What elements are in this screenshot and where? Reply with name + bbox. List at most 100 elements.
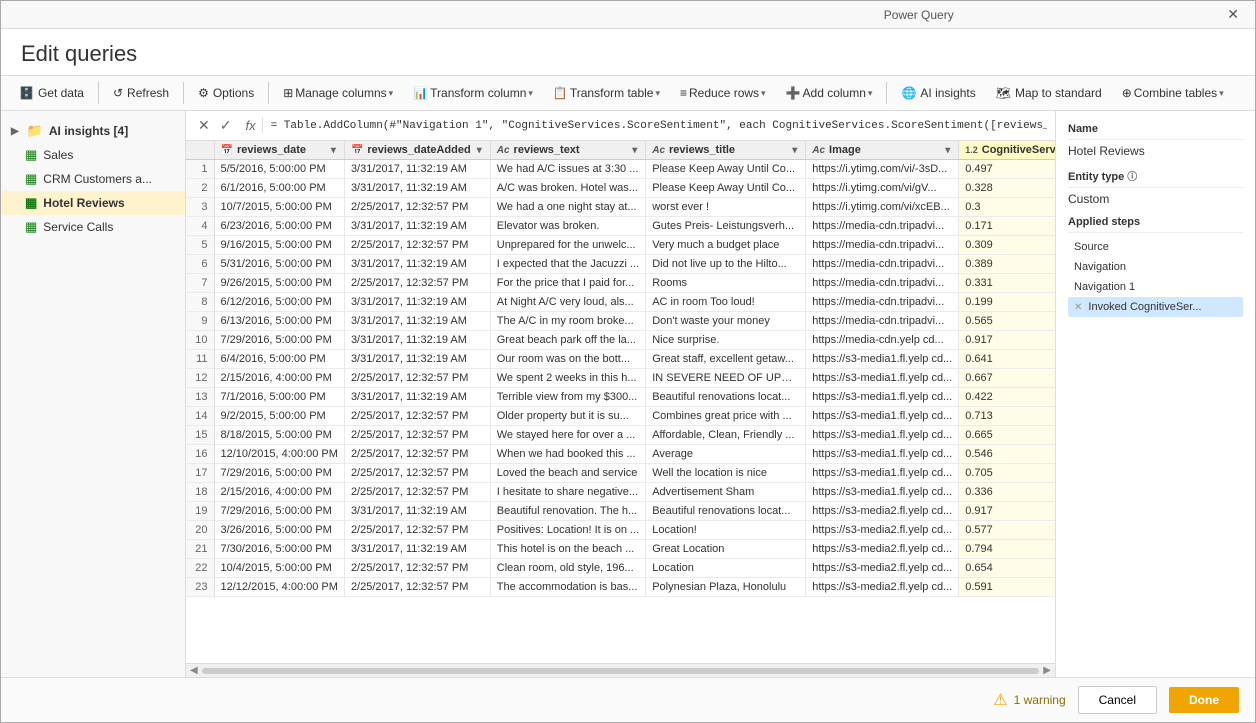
sidebar-item-crm[interactable]: ▦ CRM Customers a... — [1, 167, 185, 191]
sidebar-item-sales[interactable]: ▦ Sales — [1, 143, 185, 167]
step-delete-icon[interactable]: ✕ — [1074, 302, 1082, 313]
ai-icon: 🌐 — [901, 86, 916, 100]
cell: We stayed here for over a ... — [490, 426, 645, 445]
refresh-button[interactable]: ↺ Refresh — [105, 82, 177, 104]
add-column-icon: ➕ — [786, 86, 801, 100]
applied-step-item[interactable]: Navigation — [1068, 257, 1243, 277]
cell: 0.917 — [959, 502, 1055, 521]
cell: https://i.ytimg.com/vi/-3sD... — [806, 160, 959, 179]
cell: IN SEVERE NEED OF UPDA... — [646, 369, 806, 388]
scroll-left-arrow[interactable]: ◀ — [190, 665, 198, 676]
entity-type-section: Entity type ⓘ Custom — [1068, 168, 1243, 206]
cancel-button[interactable]: Cancel — [1078, 686, 1157, 714]
cell: 9/26/2015, 5:00:00 PM — [214, 274, 344, 293]
col-filter-image[interactable]: ▾ — [943, 145, 952, 156]
options-button[interactable]: ⚙ Options — [190, 82, 262, 104]
cell: https://media-cdn.tripadvi... — [806, 293, 959, 312]
cell: 6/13/2016, 5:00:00 PM — [214, 312, 344, 331]
step-label: Navigation — [1074, 261, 1126, 273]
map-to-standard-button[interactable]: 🗺 Map to standard — [988, 82, 1110, 104]
sidebar-item-service-calls[interactable]: ▦ Service Calls — [1, 215, 185, 239]
col-filter-text[interactable]: ▾ — [630, 145, 639, 156]
cell: https://s3-media2.fl.yelp cd... — [806, 559, 959, 578]
scroll-right-arrow[interactable]: ▶ — [1043, 665, 1051, 676]
cell: 6/12/2016, 5:00:00 PM — [214, 293, 344, 312]
cell: 7/29/2016, 5:00:00 PM — [214, 331, 344, 350]
transform-table-button[interactable]: 📋 Transform table ▾ — [545, 82, 668, 104]
row-number: 19 — [186, 502, 214, 521]
table-row: 203/26/2016, 5:00:00 PM2/25/2017, 12:32:… — [186, 521, 1055, 540]
cell: 7/29/2016, 5:00:00 PM — [214, 502, 344, 521]
horizontal-scrollbar[interactable] — [202, 668, 1040, 674]
applied-step-item[interactable]: Source — [1068, 237, 1243, 257]
sidebar-item-hotel-reviews[interactable]: ▦ Hotel Reviews — [1, 191, 185, 215]
manage-columns-button[interactable]: ⊞ Manage columns ▾ — [275, 82, 401, 104]
cell: 2/25/2017, 12:32:57 PM — [344, 274, 490, 293]
step-label: Source — [1074, 241, 1109, 253]
transform-col-icon: 📊 — [413, 86, 428, 100]
warning-badge: ⚠ 1 warning — [993, 690, 1065, 710]
cell: 0.713 — [959, 407, 1055, 426]
cell: 0.591 — [959, 578, 1055, 597]
cell: 0.654 — [959, 559, 1055, 578]
refresh-icon: ↺ — [113, 86, 123, 100]
col-filter-reviews-date[interactable]: ▾ — [329, 145, 338, 156]
get-data-button[interactable]: 🗄️ Get data — [11, 82, 92, 104]
step-label: Navigation 1 — [1074, 281, 1135, 293]
chevron-down-icon: ▾ — [389, 88, 394, 99]
cell: 6/4/2016, 5:00:00 PM — [214, 350, 344, 369]
table-row: 197/29/2016, 5:00:00 PM3/31/2017, 11:32:… — [186, 502, 1055, 521]
cell: 2/25/2017, 12:32:57 PM — [344, 483, 490, 502]
cell: Older property but it is su... — [490, 407, 645, 426]
row-number: 21 — [186, 540, 214, 559]
cell: For the price that I paid for... — [490, 274, 645, 293]
cell: 0.665 — [959, 426, 1055, 445]
close-button[interactable]: ✕ — [1221, 4, 1245, 25]
transform-column-button[interactable]: 📊 Transform column ▾ — [405, 82, 541, 104]
add-column-button[interactable]: ➕ Add column ▾ — [778, 82, 881, 104]
done-button[interactable]: Done — [1169, 687, 1239, 713]
row-number: 16 — [186, 445, 214, 464]
table-icon-service: ▦ — [25, 219, 37, 235]
cell: Beautiful renovation. The h... — [490, 502, 645, 521]
sidebar-item-ai-insights[interactable]: ▶ 📁 AI insights [4] — [1, 119, 185, 143]
col-filter-title[interactable]: ▾ — [790, 145, 799, 156]
columns-icon: ⊞ — [283, 86, 293, 100]
table-row: 158/18/2015, 5:00:00 PM2/25/2017, 12:32:… — [186, 426, 1055, 445]
cell: 2/25/2017, 12:32:57 PM — [344, 559, 490, 578]
combine-tables-button[interactable]: ⊕ Combine tables ▾ — [1114, 82, 1232, 104]
cell: 3/31/2017, 11:32:19 AM — [344, 540, 490, 559]
cell: Rooms — [646, 274, 806, 293]
cell: https://s3-media1.fl.yelp cd... — [806, 483, 959, 502]
table-container[interactable]: 📅 reviews_date ▾ 📅 reviews_dateAdded ▾ — [186, 141, 1055, 663]
cell: 3/31/2017, 11:32:19 AM — [344, 179, 490, 198]
row-number: 10 — [186, 331, 214, 350]
cell: Unprepared for the unwelc... — [490, 236, 645, 255]
row-number: 4 — [186, 217, 214, 236]
formula-confirm-button[interactable]: ✓ — [216, 115, 236, 136]
formula-input[interactable] — [271, 120, 1047, 132]
applied-step-item[interactable]: Navigation 1 — [1068, 277, 1243, 297]
properties-panel: Name Hotel Reviews Entity type ⓘ Custom … — [1055, 111, 1255, 677]
applied-steps-list: Source Navigation Navigation 1 ✕Invoked Cog… — [1068, 237, 1243, 317]
cell: https://s3-media2.fl.yelp cd... — [806, 521, 959, 540]
cell: 2/25/2017, 12:32:57 PM — [344, 578, 490, 597]
col-filter-dateadded[interactable]: ▾ — [475, 145, 484, 156]
cell: Great beach park off the la... — [490, 331, 645, 350]
data-table: 📅 reviews_date ▾ 📅 reviews_dateAdded ▾ — [186, 141, 1055, 597]
formula-cancel-button[interactable]: ✕ — [194, 115, 214, 136]
cell: Elevator was broken. — [490, 217, 645, 236]
table-row: 107/29/2016, 5:00:00 PM3/31/2017, 11:32:… — [186, 331, 1055, 350]
cell: 2/15/2016, 4:00:00 PM — [214, 483, 344, 502]
reduce-rows-button[interactable]: ≡ Reduce rows ▾ — [672, 82, 774, 104]
applied-step-item[interactable]: ✕Invoked CognitiveSer... — [1068, 297, 1243, 317]
window-title: Power Query — [616, 8, 1221, 22]
cell: Please Keep Away Until Co... — [646, 160, 806, 179]
options-icon: ⚙ — [198, 86, 209, 100]
name-value: Hotel Reviews — [1068, 144, 1243, 158]
row-number: 17 — [186, 464, 214, 483]
combine-icon: ⊕ — [1122, 86, 1132, 100]
ai-insights-button[interactable]: 🌐 AI insights — [893, 82, 983, 104]
row-number: 9 — [186, 312, 214, 331]
main-window: Power Query ✕ Edit queries 🗄️ Get data ↺… — [0, 0, 1256, 723]
